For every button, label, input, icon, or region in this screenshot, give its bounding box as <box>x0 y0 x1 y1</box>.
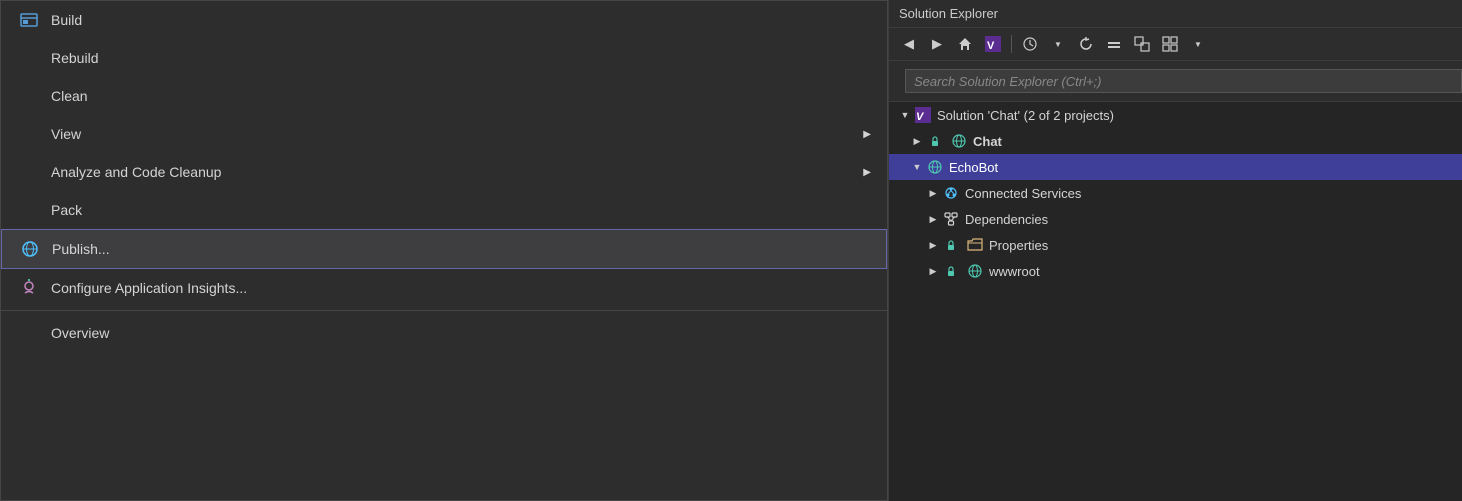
connected-services-icon <box>941 183 961 203</box>
echobot-expand-arrow[interactable]: ▼ <box>909 159 925 175</box>
solution-tree: ▼ V Solution 'Chat' (2 of 2 projects) ▶ <box>889 102 1462 284</box>
view-submenu-arrow: ▶ <box>863 129 871 140</box>
tree-item-dependencies[interactable]: ▶ Dependencies <box>889 206 1462 232</box>
toolbar-history-btn[interactable] <box>1018 32 1042 56</box>
menu-configure-label: Configure Application Insights... <box>51 280 871 296</box>
menu-clean-label: Clean <box>51 88 871 104</box>
toolbar-forward-btn[interactable]: ▶ <box>925 32 949 56</box>
chat-globe-icon <box>949 131 969 151</box>
tree-item-wwwroot[interactable]: ▶ wwwroot <box>889 258 1462 284</box>
echobot-label: EchoBot <box>949 160 1454 175</box>
solution-explorer-title: Solution Explorer <box>899 6 998 21</box>
toolbar-home-btn[interactable] <box>953 32 977 56</box>
wwwroot-expand-arrow[interactable]: ▶ <box>925 263 941 279</box>
toolbar-vs-btn[interactable]: V <box>981 32 1005 56</box>
svg-text:V: V <box>987 40 995 52</box>
dependencies-label: Dependencies <box>965 212 1454 227</box>
pack-icon-placeholder <box>17 198 41 222</box>
menu-rebuild-label: Rebuild <box>51 50 871 66</box>
tree-item-solution[interactable]: ▼ V Solution 'Chat' (2 of 2 projects) <box>889 102 1462 128</box>
tree-item-properties[interactable]: ▶ Properties <box>889 232 1462 258</box>
clean-icon-placeholder <box>17 84 41 108</box>
menu-item-clean[interactable]: Clean <box>1 77 887 115</box>
view-icon-placeholder <box>17 122 41 146</box>
menu-overview-label: Overview <box>51 325 871 341</box>
solution-expand-arrow[interactable]: ▼ <box>897 107 913 123</box>
toolbar-history-dropdown[interactable]: ▼ <box>1046 32 1070 56</box>
menu-analyze-label: Analyze and Code Cleanup <box>51 164 863 180</box>
dependencies-icon <box>941 209 961 229</box>
chat-lock-icon <box>925 131 945 151</box>
dependencies-expand-arrow[interactable]: ▶ <box>925 211 941 227</box>
overview-icon-placeholder <box>17 321 41 345</box>
menu-item-build[interactable]: Build <box>1 1 887 39</box>
chat-label: Chat <box>973 134 1454 149</box>
menu-publish-label: Publish... <box>52 241 870 257</box>
properties-expand-arrow[interactable]: ▶ <box>925 237 941 253</box>
analyze-icon-placeholder <box>17 160 41 184</box>
echobot-globe-icon <box>925 157 945 177</box>
search-container <box>889 61 1462 102</box>
wwwroot-label: wwwroot <box>989 264 1454 279</box>
search-input[interactable] <box>905 69 1462 93</box>
build-icon <box>17 8 41 32</box>
analyze-submenu-arrow: ▶ <box>863 167 871 178</box>
menu-build-label: Build <box>51 12 871 28</box>
menu-item-view[interactable]: View ▶ <box>1 115 887 153</box>
menu-item-rebuild[interactable]: Rebuild <box>1 39 887 77</box>
solution-label: Solution 'Chat' (2 of 2 projects) <box>937 108 1454 123</box>
menu-separator <box>1 310 887 311</box>
configure-icon <box>17 276 41 300</box>
solution-explorer-panel: Solution Explorer ◀ ▶ V ▼ <box>888 0 1462 501</box>
properties-folder-icon <box>965 235 985 255</box>
rebuild-icon-placeholder <box>17 46 41 70</box>
connected-services-label: Connected Services <box>965 186 1454 201</box>
toolbar-refresh-btn[interactable] <box>1074 32 1098 56</box>
connected-services-expand-arrow[interactable]: ▶ <box>925 185 941 201</box>
publish-icon <box>18 237 42 261</box>
properties-label: Properties <box>989 238 1454 253</box>
menu-item-analyze[interactable]: Analyze and Code Cleanup ▶ <box>1 153 887 191</box>
chat-expand-arrow[interactable]: ▶ <box>909 133 925 149</box>
menu-item-pack[interactable]: Pack <box>1 191 887 229</box>
context-menu[interactable]: Build Rebuild Clean View ▶ Analyze and C… <box>0 0 888 501</box>
wwwroot-lock-icon <box>941 261 961 281</box>
wwwroot-globe-icon <box>965 261 985 281</box>
menu-item-overview[interactable]: Overview <box>1 314 887 352</box>
toolbar-collapse-btn[interactable] <box>1102 32 1126 56</box>
toolbar-back-btn[interactable]: ◀ <box>897 32 921 56</box>
toolbar-divider-1 <box>1011 35 1012 53</box>
toolbar-expand-btn[interactable] <box>1130 32 1154 56</box>
menu-pack-label: Pack <box>51 202 871 218</box>
toolbar-sync-btn[interactable] <box>1158 32 1182 56</box>
solution-icon: V <box>913 105 933 125</box>
tree-item-echobot[interactable]: ▼ EchoBot <box>889 154 1462 180</box>
tree-item-chat[interactable]: ▶ Chat <box>889 128 1462 154</box>
solution-explorer-header: Solution Explorer <box>889 0 1462 28</box>
menu-item-configure[interactable]: Configure Application Insights... <box>1 269 887 307</box>
solution-explorer-toolbar: ◀ ▶ V ▼ <box>889 28 1462 61</box>
menu-item-publish[interactable]: Publish... <box>1 229 887 269</box>
menu-view-label: View <box>51 126 863 142</box>
properties-lock-icon <box>941 235 961 255</box>
tree-item-connected-services[interactable]: ▶ Connected Services <box>889 180 1462 206</box>
toolbar-more-btn[interactable]: ▼ <box>1186 32 1210 56</box>
